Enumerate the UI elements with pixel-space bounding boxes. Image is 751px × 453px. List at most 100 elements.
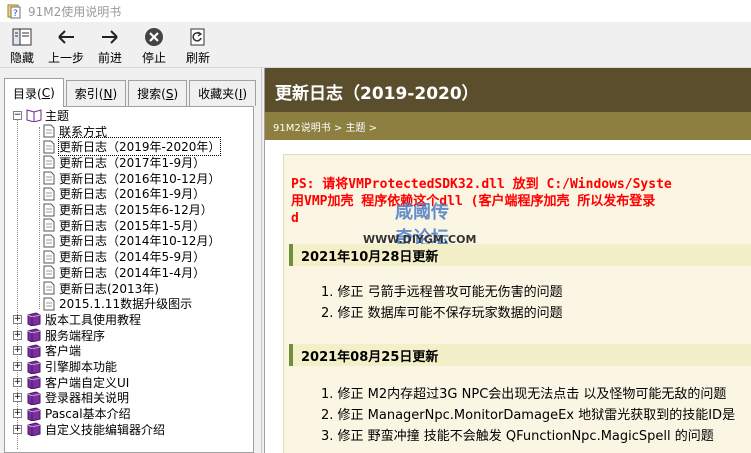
- tab-favorites-tail: ): [242, 86, 248, 101]
- tree-node-book[interactable]: + 引擎脚本功能: [13, 359, 117, 375]
- tree-node-book[interactable]: + 自定义技能编辑器介绍: [13, 421, 165, 437]
- list-item: 3. 修正 野蛮冲撞 技能不会触发 QFunctionNpc.MagicSpel…: [321, 429, 714, 444]
- tree-node-root[interactable]: − 主题: [13, 107, 69, 123]
- tab-index-tail: ): [112, 86, 118, 101]
- ps-notice: PS: 请将VMProtectedSDK32.dll 放到 C:/Windows…: [291, 176, 751, 227]
- book-icon: [27, 422, 41, 437]
- book-icon: [27, 391, 41, 405]
- forward-button[interactable]: 前进: [88, 22, 132, 68]
- breadcrumb-bar: 91M2说明书 > 主题 >: [265, 112, 751, 140]
- tree-node-page[interactable]: 2015.1.11数据升级图示: [43, 296, 192, 312]
- expand-toggle-icon[interactable]: +: [13, 377, 22, 387]
- stop-icon: [145, 28, 163, 46]
- expand-toggle-icon[interactable]: +: [13, 424, 22, 434]
- expand-toggle-icon[interactable]: +: [13, 393, 22, 403]
- expand-toggle-icon[interactable]: +: [13, 346, 22, 356]
- tree-node-label: 更新日志（2015年6-12月）: [59, 203, 213, 217]
- tree-node-page[interactable]: 更新日志（2016年10-12月）: [43, 170, 220, 186]
- forward-button-label: 前进: [97, 51, 122, 65]
- tab-index-key: N: [103, 86, 113, 101]
- tab-contents[interactable]: 目录(C): [4, 78, 64, 107]
- page-icon: [43, 203, 55, 216]
- page-icon: [43, 218, 55, 232]
- page-icon: [43, 250, 55, 264]
- hide-icon: [12, 28, 32, 46]
- tree-node-label: 更新日志（2015年1-5月）: [59, 218, 206, 233]
- book-icon: [27, 375, 41, 390]
- tree-node-book[interactable]: + 登录器相关说明: [13, 390, 129, 406]
- tab-search[interactable]: 搜索(S): [128, 80, 188, 106]
- breadcrumb[interactable]: 91M2说明书 > 主题 >: [273, 119, 377, 134]
- tree-node-label: 更新日志（2016年10-12月）: [59, 171, 221, 186]
- stop-button[interactable]: 停止: [132, 22, 176, 68]
- tree-node-page[interactable]: 联系方式: [43, 123, 107, 139]
- tree-node-label: 更新日志（2014年1-4月）: [59, 265, 206, 280]
- tree-node-book[interactable]: + 服务端程序: [13, 327, 105, 343]
- expand-toggle-icon[interactable]: +: [13, 362, 22, 371]
- tab-search-label: 搜索(: [137, 87, 166, 101]
- forward-arrow-icon: [102, 30, 118, 44]
- page-icon: [43, 171, 55, 185]
- page-icon: [43, 297, 55, 311]
- back-button-label: 上一步: [47, 51, 84, 65]
- section-date: 2021年08月25日更新: [301, 349, 439, 365]
- tree-node-label: 客户端: [45, 344, 82, 359]
- tree-node-book[interactable]: + Pascal基本介绍: [13, 406, 131, 422]
- navigation-pane: 目录(C) 索引(N) 搜索(S) 收藏夹(I) − 主题 联系方式 更新日志（2…: [0, 68, 262, 453]
- page-icon: [43, 265, 55, 279]
- tab-index[interactable]: 索引(N): [65, 80, 127, 106]
- list-item: 2. 修正 ManagerNpc.MonitorDamageEx 地狱雷光获取到…: [321, 408, 736, 423]
- tree-node-page[interactable]: 更新日志（2015年6-12月）: [43, 202, 213, 218]
- back-button[interactable]: 上一步: [44, 22, 88, 68]
- tree-node-page[interactable]: 更新日志（2015年1-5月）: [43, 217, 205, 233]
- tab-favorites-label: 收藏夹(: [198, 87, 239, 101]
- tree-node-page[interactable]: 更新日志（2016年1-9月）: [43, 186, 205, 202]
- expand-toggle-icon[interactable]: +: [13, 330, 22, 340]
- tree-node-label: 客户端自定义UI: [45, 375, 130, 390]
- tree-node-page[interactable]: 更新日志（2014年5-9月）: [43, 249, 205, 265]
- ps-notice-line-2: 用VMP加壳 程序依赖这个dll (客户端程序加壳 所以发布登录: [291, 194, 656, 209]
- tree-node-page[interactable]: 更新日志（2017年1-9月）: [43, 154, 205, 170]
- tree-node-page[interactable]: 更新日志（2014年10-12月）: [43, 233, 220, 249]
- refresh-icon: [190, 28, 205, 46]
- book-icon: [27, 344, 41, 358]
- tree-node-page[interactable]: 更新日志(2013年): [43, 280, 159, 296]
- refresh-button[interactable]: 刷新: [176, 22, 220, 68]
- tree-node-label: 服务端程序: [45, 328, 106, 343]
- section-list: 1. 修正 弓箭手远程普攻可能无伤害的问题 2. 修正 数据库可能不保存玩家数据…: [321, 282, 563, 324]
- tab-contents-label: 目录(: [13, 86, 42, 101]
- book-icon: [27, 407, 41, 421]
- tab-favorites[interactable]: 收藏夹(I): [189, 80, 257, 106]
- section-heading: 2021年10月28日更新: [289, 244, 751, 266]
- page-header: 更新日志（2019-2020）: [265, 68, 751, 112]
- tree-node-book[interactable]: + 客户端: [13, 343, 81, 359]
- svg-text:?: ?: [13, 9, 18, 19]
- back-arrow-icon: [58, 30, 74, 44]
- book-icon: [27, 328, 41, 343]
- tree-node-label: 主题: [45, 108, 70, 123]
- title-bar: ? 91M2使用说明书: [0, 0, 751, 22]
- ps-notice-line-3: d: [291, 211, 299, 226]
- hide-button-label: 隐藏: [9, 51, 34, 65]
- tree-node-book[interactable]: + 版本工具使用教程: [13, 311, 141, 327]
- tree-node-book[interactable]: + 客户端自定义UI: [13, 374, 129, 390]
- section-heading: 2021年08月25日更新: [289, 344, 751, 366]
- tree-node-label: 更新日志（2014年5-9月）: [59, 250, 206, 265]
- tree-node-page[interactable]: 更新日志（2014年1-4月）: [43, 264, 205, 280]
- collapse-toggle-icon[interactable]: −: [13, 110, 22, 120]
- hide-button[interactable]: 隐藏: [0, 22, 44, 68]
- expand-toggle-icon[interactable]: +: [13, 314, 22, 324]
- nav-tabs: 目录(C) 索引(N) 搜索(S) 收藏夹(I): [4, 78, 258, 107]
- tab-index-label: 索引(: [74, 87, 104, 101]
- tree-node-page[interactable]: 更新日志（2019年-2020年）: [43, 137, 222, 157]
- ps-notice-line-1: PS: 请将VMProtectedSDK32.dll 放到 C:/Windows…: [291, 177, 672, 192]
- expand-toggle-icon[interactable]: +: [13, 409, 22, 419]
- page-icon: [43, 155, 55, 169]
- window-title: 91M2使用说明书: [28, 4, 122, 19]
- book-icon: [27, 359, 41, 374]
- stop-button-label: 停止: [141, 51, 166, 65]
- contents-tree[interactable]: − 主题 联系方式 更新日志（2019年-2020年） 更新日志（2017年1-9月…: [4, 106, 254, 453]
- tree-node-label: 联系方式: [59, 124, 108, 139]
- tree-node-label: 自定义技能编辑器介绍: [45, 422, 166, 437]
- book-icon: [27, 312, 41, 327]
